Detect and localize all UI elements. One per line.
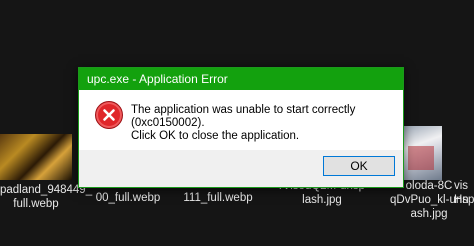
dialog-title: upc.exe - Application Error: [87, 72, 228, 86]
error-message-line: The application was unable to start corr…: [131, 104, 356, 129]
file-name-line: 00_full.webp: [95, 192, 161, 204]
file-thumbnail[interactable]: [0, 134, 72, 180]
file-name-line: 111_full.webp: [183, 192, 253, 204]
file-name-line: full.webp: [13, 198, 59, 210]
file-label[interactable]: vis Hn: [454, 179, 474, 207]
dialog-titlebar[interactable]: upc.exe - Application Error: [79, 68, 403, 90]
file-name-line: lash.jpg: [302, 194, 342, 206]
file-label[interactable]: 111_full.webp: [180, 191, 256, 205]
file-name-line: ash.jpg: [410, 208, 448, 220]
error-message: The application was unable to start corr…: [131, 104, 395, 143]
error-icon: [95, 101, 123, 129]
dialog-footer: OK: [79, 150, 403, 187]
error-dialog: upc.exe - Application Error The applicat…: [78, 67, 404, 188]
file-label[interactable]: 00_full.webp: [90, 191, 166, 205]
file-name-line: vis: [454, 180, 469, 192]
file-name-line: padland_948449_: [0, 184, 93, 196]
ok-button[interactable]: OK: [323, 156, 395, 176]
file-label[interactable]: padland_948449_ full.webp: [0, 183, 93, 211]
dialog-body: The application was unable to start corr…: [79, 90, 403, 150]
file-thumbnail[interactable]: [402, 126, 442, 180]
file-name-line: Hn: [454, 194, 469, 206]
error-message-line: Click OK to close the application.: [131, 130, 300, 142]
